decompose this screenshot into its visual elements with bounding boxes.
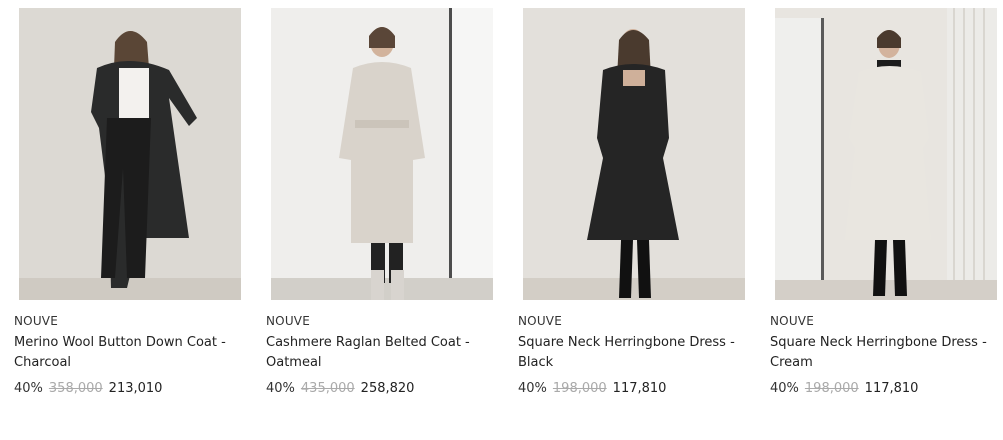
product-image[interactable]: [19, 8, 241, 300]
product-title[interactable]: Merino Wool Button Down Coat - Charcoal: [14, 333, 240, 373]
original-price: 435,000: [300, 381, 355, 396]
price-row: 40% 198,000 117,810: [770, 381, 918, 396]
product-brand: NOUVE: [266, 314, 310, 328]
product-image[interactable]: [523, 8, 745, 300]
price-row: 40% 435,000 258,820: [266, 381, 414, 396]
final-price: 117,810: [864, 381, 919, 396]
product-title[interactable]: Square Neck Herringbone Dress - Black: [518, 333, 744, 373]
product-brand: NOUVE: [14, 314, 58, 328]
price-row: 40% 358,000 213,010: [14, 381, 162, 396]
product-image[interactable]: [271, 8, 493, 300]
discount-rate: 40%: [518, 381, 547, 396]
original-price: 198,000: [552, 381, 607, 396]
product-image[interactable]: [775, 8, 997, 300]
discount-rate: 40%: [770, 381, 799, 396]
product-title[interactable]: Cashmere Raglan Belted Coat - Oatmeal: [266, 333, 492, 373]
final-price: 213,010: [108, 381, 163, 396]
original-price: 358,000: [48, 381, 103, 396]
final-price: 117,810: [612, 381, 667, 396]
product-title[interactable]: Square Neck Herringbone Dress - Cream: [770, 333, 996, 373]
product-brand: NOUVE: [770, 314, 814, 328]
discount-rate: 40%: [14, 381, 43, 396]
discount-rate: 40%: [266, 381, 295, 396]
product-grid: NOUVE Merino Wool Button Down Coat - Cha…: [0, 0, 1003, 440]
price-row: 40% 198,000 117,810: [518, 381, 666, 396]
product-brand: NOUVE: [518, 314, 562, 328]
original-price: 198,000: [804, 381, 859, 396]
final-price: 258,820: [360, 381, 415, 396]
